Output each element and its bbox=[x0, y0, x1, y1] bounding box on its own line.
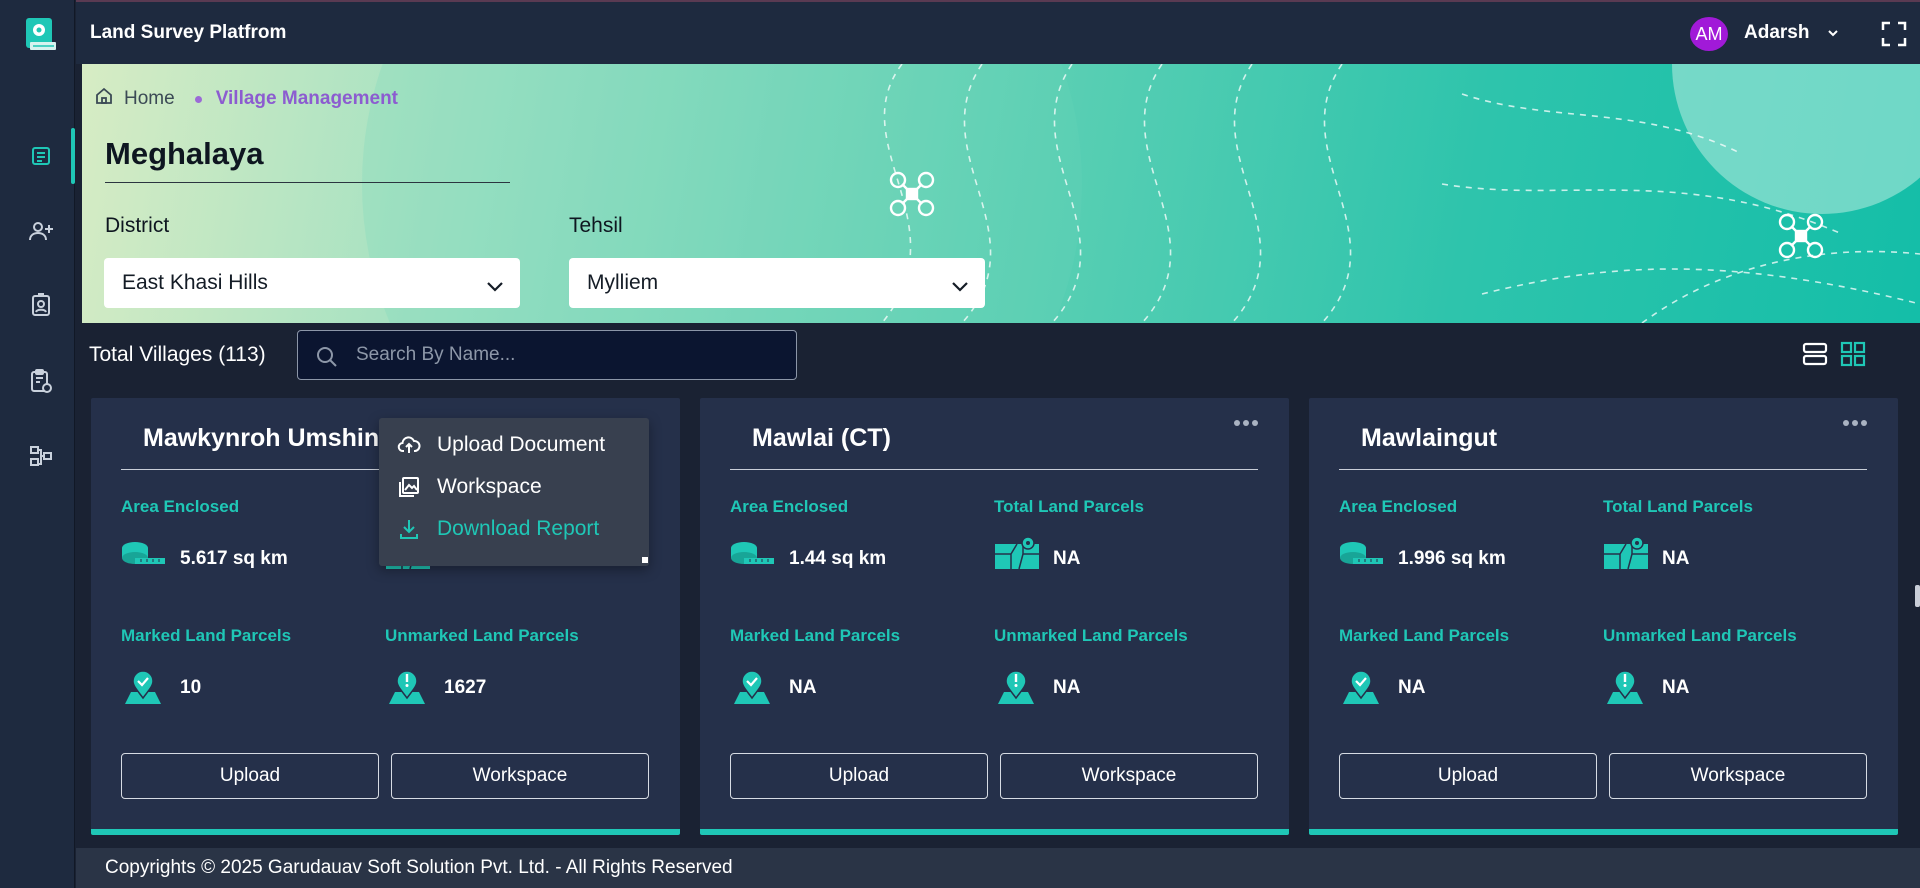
district-value: East Khasi Hills bbox=[122, 271, 268, 294]
drone-icon bbox=[888, 170, 936, 223]
breadcrumb-separator bbox=[194, 95, 202, 103]
cloud-upload-icon bbox=[397, 433, 421, 457]
download-icon bbox=[397, 517, 421, 541]
upload-button[interactable]: Upload bbox=[730, 753, 988, 799]
sidebar bbox=[0, 0, 75, 888]
grid-view-icon[interactable] bbox=[1840, 341, 1866, 372]
menu-download-report-label: Download Report bbox=[437, 517, 600, 540]
app-title: Land Survey Platfrom bbox=[90, 22, 287, 43]
chevron-down-icon bbox=[951, 275, 969, 299]
id-badge-icon[interactable] bbox=[26, 290, 56, 320]
marked-pin-icon bbox=[121, 668, 165, 711]
menu-upload-document-label: Upload Document bbox=[437, 433, 606, 456]
area-value: 1.996 sq km bbox=[1398, 548, 1506, 569]
page-banner: Home Village Management Meghalaya Distri… bbox=[82, 64, 1920, 323]
breadcrumb-current: Village Management bbox=[215, 88, 399, 109]
tehsil-value: Mylliem bbox=[587, 271, 659, 294]
unmarked-value: 1627 bbox=[444, 677, 487, 698]
unmarked-value: NA bbox=[1053, 677, 1081, 698]
menu-upload-document[interactable]: Upload Document bbox=[397, 430, 605, 460]
search-box bbox=[297, 330, 797, 380]
marked-label: Marked Land Parcels bbox=[1339, 626, 1510, 645]
area-value: 5.617 sq km bbox=[180, 548, 288, 569]
scrollbar-thumb[interactable] bbox=[1915, 585, 1920, 607]
card-options-menu: Upload Document Workspace Download Repor… bbox=[379, 418, 649, 566]
marked-value: 10 bbox=[180, 677, 202, 698]
breadcrumb: Home Village Management bbox=[94, 86, 398, 112]
workspace-button[interactable]: Workspace bbox=[1609, 753, 1867, 799]
breadcrumb-home[interactable]: Home bbox=[124, 88, 175, 110]
village-name: Mawlaingut bbox=[1339, 424, 1867, 470]
tehsil-label: Tehsil bbox=[569, 214, 623, 237]
unmarked-pin-icon bbox=[1603, 668, 1647, 711]
user-name[interactable]: Adarsh bbox=[1744, 22, 1809, 44]
top-header: Land Survey Platfrom AM Adarsh bbox=[76, 0, 1920, 64]
search-icon bbox=[316, 346, 338, 373]
chevron-down-icon bbox=[486, 275, 504, 299]
workspace-button[interactable]: Workspace bbox=[391, 753, 649, 799]
marked-value: NA bbox=[789, 677, 817, 698]
area-label: Area Enclosed bbox=[730, 497, 849, 516]
state-title: Meghalaya bbox=[105, 136, 510, 183]
unmarked-pin-icon bbox=[385, 668, 429, 711]
search-input[interactable] bbox=[356, 331, 786, 379]
menu-resize-handle bbox=[642, 557, 648, 563]
area-label: Area Enclosed bbox=[121, 497, 240, 516]
upload-button[interactable]: Upload bbox=[121, 753, 379, 799]
total-parcels-value: NA bbox=[1662, 548, 1690, 569]
menu-workspace-label: Workspace bbox=[437, 475, 542, 498]
marked-label: Marked Land Parcels bbox=[121, 626, 292, 645]
marked-label: Marked Land Parcels bbox=[730, 626, 901, 645]
document-list-icon[interactable] bbox=[26, 141, 56, 171]
clipboard-settings-icon[interactable] bbox=[26, 366, 56, 396]
district-select[interactable]: East Khasi Hills bbox=[104, 258, 520, 308]
total-parcels-label: Total Land Parcels bbox=[994, 497, 1144, 516]
unmarked-value: NA bbox=[1662, 677, 1690, 698]
measuring-tape-icon bbox=[121, 540, 167, 575]
village-card: Mawlai (CT) Area Enclosed 1.44 sq km Tot… bbox=[700, 398, 1289, 835]
upload-button[interactable]: Upload bbox=[1339, 753, 1597, 799]
marked-value: NA bbox=[1398, 677, 1426, 698]
drone-icon bbox=[1777, 212, 1825, 265]
measuring-tape-icon bbox=[1339, 540, 1385, 575]
measuring-tape-icon bbox=[730, 540, 776, 575]
village-name: Mawlai (CT) bbox=[730, 424, 1258, 470]
unmarked-label: Unmarked Land Parcels bbox=[385, 626, 579, 645]
marked-pin-icon bbox=[1339, 668, 1383, 711]
unmarked-pin-icon bbox=[994, 668, 1038, 711]
village-card: Mawlaingut Area Enclosed 1.996 sq km Tot… bbox=[1309, 398, 1898, 835]
parcel-map-icon bbox=[1603, 536, 1649, 575]
gallery-icon bbox=[397, 475, 421, 499]
hierarchy-icon[interactable] bbox=[26, 441, 56, 471]
app-logo bbox=[24, 16, 58, 54]
unmarked-label: Unmarked Land Parcels bbox=[1603, 626, 1797, 645]
area-label: Area Enclosed bbox=[1339, 497, 1458, 516]
home-icon[interactable] bbox=[94, 86, 114, 112]
fullscreen-icon[interactable] bbox=[1880, 20, 1908, 48]
tehsil-select[interactable]: Mylliem bbox=[569, 258, 985, 308]
district-label: District bbox=[105, 214, 170, 237]
footer: Copyrights © 2025 Garudauav Soft Solutio… bbox=[76, 848, 1920, 888]
unmarked-label: Unmarked Land Parcels bbox=[994, 626, 1188, 645]
parcel-map-icon bbox=[994, 536, 1040, 575]
workspace-button[interactable]: Workspace bbox=[1000, 753, 1258, 799]
add-user-icon[interactable] bbox=[26, 216, 56, 246]
total-parcels-label: Total Land Parcels bbox=[1603, 497, 1753, 516]
marked-pin-icon bbox=[730, 668, 774, 711]
copyright-text: Copyrights © 2025 Garudauav Soft Solutio… bbox=[105, 857, 733, 878]
total-parcels-value: NA bbox=[1053, 548, 1081, 569]
menu-workspace[interactable]: Workspace bbox=[397, 472, 542, 502]
menu-download-report[interactable]: Download Report bbox=[397, 514, 599, 544]
list-view-icon[interactable] bbox=[1802, 341, 1828, 372]
sidebar-active-indicator bbox=[71, 128, 75, 184]
avatar[interactable]: AM bbox=[1690, 17, 1728, 51]
area-value: 1.44 sq km bbox=[789, 548, 887, 569]
chevron-down-icon[interactable] bbox=[1826, 26, 1840, 45]
total-villages: Total Villages (113) bbox=[89, 343, 266, 366]
